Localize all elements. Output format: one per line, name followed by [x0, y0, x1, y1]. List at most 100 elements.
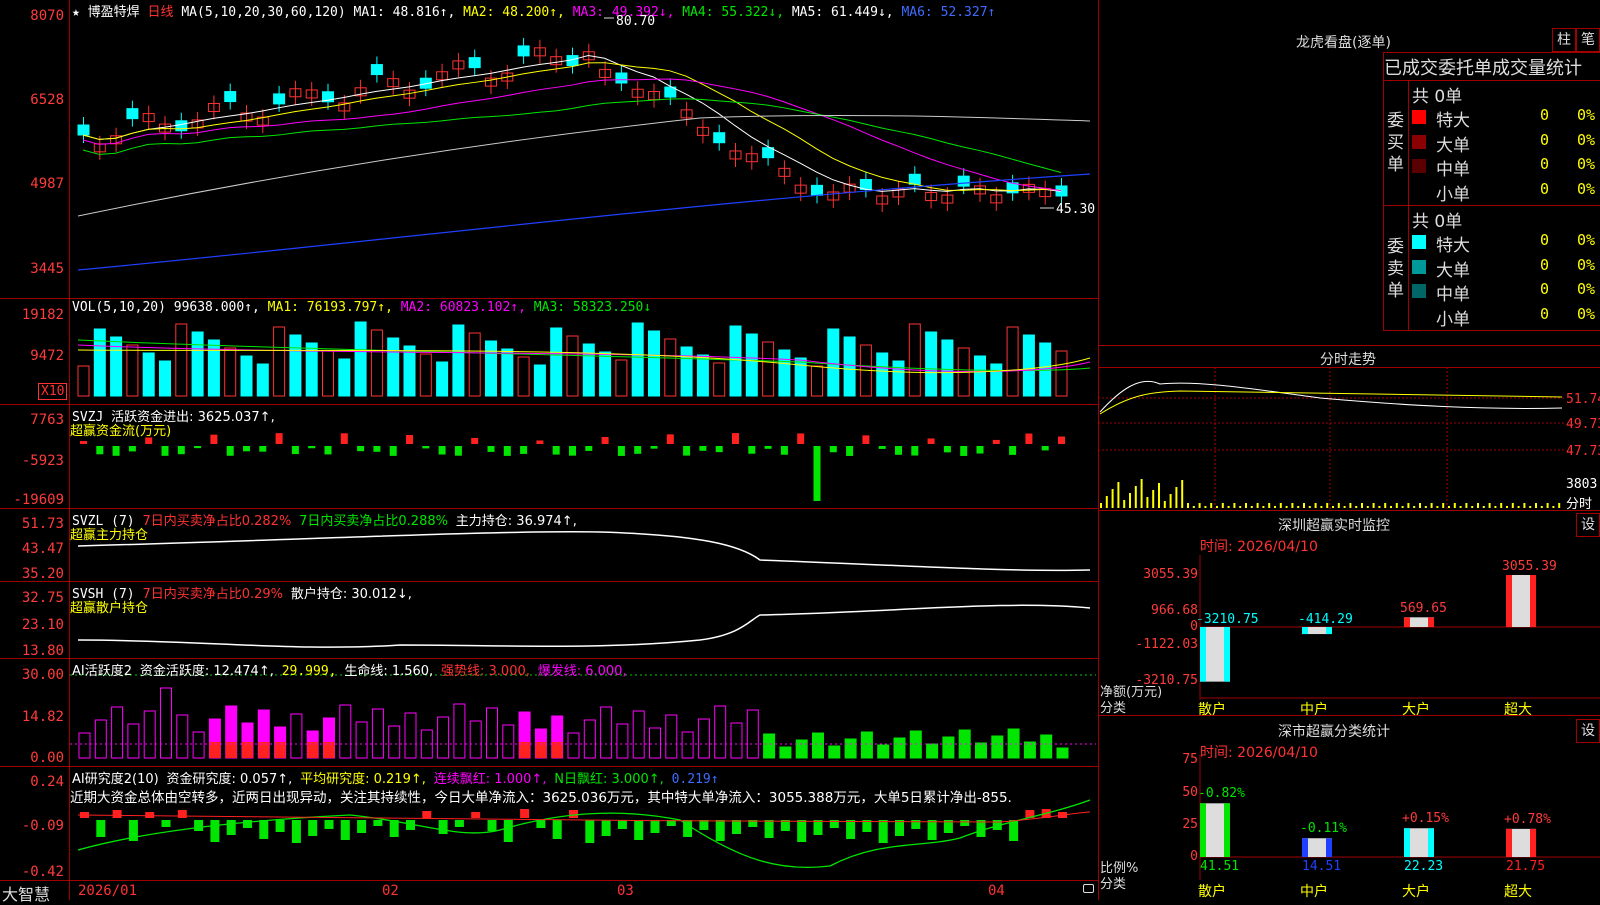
ai1-bar: [1056, 747, 1069, 759]
ai1-bar: [812, 732, 824, 759]
volume-bar: [631, 322, 644, 397]
ai2-a: 资金研究度: 0.057↑,: [166, 772, 293, 787]
volume-bar: [77, 365, 90, 397]
volume-bar: [159, 360, 171, 397]
lock-icon[interactable]: [1083, 884, 1094, 893]
candle-body: [273, 93, 286, 105]
ai1-bar: [991, 735, 1004, 759]
ai1-bar: [404, 712, 417, 759]
volume-bar: [452, 324, 465, 397]
right-table-mid: [1383, 205, 1600, 206]
intraday-axis-1: 51.74: [1566, 392, 1600, 407]
svsh-axis-2: 23.10: [21, 617, 64, 633]
volume-bar: [403, 345, 416, 397]
ai2-bar: [650, 820, 660, 833]
main-chart-canvas[interactable]: [0, 0, 1098, 900]
volume-bar: [745, 333, 758, 397]
class-axis-label: 50: [1182, 785, 1198, 800]
class-change-label: -0.11%: [1300, 821, 1347, 837]
volume-bar: [370, 329, 383, 397]
intraday-volume-bar: [1158, 483, 1160, 508]
ai2-bar: [340, 820, 350, 840]
row-color-swatch: [1412, 259, 1426, 274]
intraday-volume-bar: [1233, 503, 1236, 508]
volume-bar: [93, 328, 106, 397]
ai2-c: 连续飘红: 1.000↑,: [433, 772, 547, 787]
volume-bar: [1006, 326, 1019, 397]
svsh-b: 散户持仓: 30.012↓,: [290, 587, 412, 602]
vol-unit-badge: X10: [38, 383, 68, 400]
class-settings-button[interactable]: 设: [1576, 719, 1600, 743]
svsh-axis-1: 32.75: [21, 590, 64, 606]
svzj-bar: [259, 446, 267, 452]
intraday-volume-bar: [1337, 503, 1340, 508]
monitor-bar-edge: [1326, 627, 1332, 635]
class-unit-2: 分类: [1100, 877, 1127, 892]
intraday-volume-bar: [1285, 506, 1288, 508]
ai1-bar: [143, 710, 156, 759]
row-color-swatch: [1412, 235, 1426, 249]
monitor-unit-2: 分类: [1100, 701, 1127, 716]
time-label-1: 2026/01: [78, 883, 138, 899]
ai2-bar: [552, 820, 562, 839]
intraday-volume-bar: [1384, 503, 1387, 508]
svzj-axis-1: 7763: [30, 412, 64, 428]
svzj-bar: [552, 446, 560, 455]
high-price-label: 80.70: [616, 14, 656, 29]
intraday-volume-bar: [1169, 494, 1172, 508]
monitor-bar-edge: [1428, 617, 1434, 627]
ai2-bar: [520, 809, 530, 818]
svzj-bar: [715, 446, 723, 453]
volume-bar: [126, 344, 139, 397]
intraday-volume-bar: [1245, 503, 1247, 508]
svzl-axis-1: 51.73: [21, 516, 64, 532]
monitor-axis-label: 3055.39: [1143, 567, 1198, 582]
stroke-view-button[interactable]: 笔: [1576, 28, 1600, 52]
monitor-bar: [1404, 617, 1434, 627]
row-color-swatch: [1412, 159, 1426, 173]
bar-view-button[interactable]: 柱: [1552, 28, 1576, 52]
ai1-bar: [681, 731, 694, 759]
svzj-bar: [324, 446, 332, 455]
volume-bar: [517, 356, 530, 397]
row-count: 0: [1540, 231, 1550, 249]
intraday-volume-bar: [1488, 503, 1491, 508]
svzj-bar: [764, 446, 772, 449]
intraday-volume-bar: [1303, 503, 1305, 508]
intraday-volume-bar: [1163, 501, 1166, 508]
svzj-bar: [128, 446, 136, 452]
ai1-b: 29.999,: [281, 664, 337, 679]
svzj-bar: [927, 438, 935, 444]
ai1-bar: [942, 736, 955, 759]
ai1-d: 强势线: 3.000,: [441, 664, 530, 679]
intraday-volume-bar: [1442, 503, 1445, 508]
svzj-bar: [536, 440, 544, 444]
intraday-volume-bar: [1424, 506, 1427, 508]
row-name: 中单: [1436, 285, 1470, 305]
intraday-volume-bar: [1181, 480, 1184, 508]
volume-bar: [533, 364, 546, 397]
monitor-category-label: 散户: [1198, 702, 1226, 718]
svzj-bar: [243, 446, 250, 452]
intraday-volume-bar: [1558, 503, 1561, 508]
class-value-label: 21.75: [1506, 859, 1546, 874]
monitor-bar: [1506, 575, 1536, 627]
svzj-bar: [878, 446, 886, 449]
volume-bar: [354, 321, 367, 397]
monitor-bar-edge: [1530, 575, 1536, 627]
ai1-bar: [111, 706, 124, 759]
svzj-bar: [634, 446, 642, 454]
monitor-time: 时间: 2026/04/10: [1200, 539, 1318, 555]
svzj-bar: [829, 446, 837, 453]
volume-bar: [289, 334, 302, 397]
ai2-bar: [438, 820, 448, 834]
intraday-volume-bar: [1274, 506, 1276, 508]
ai2-d: N日飘红: 3.000↑,: [554, 772, 664, 787]
ai2-bar: [308, 820, 318, 836]
volume-bar: [794, 357, 807, 397]
intraday-header-bottom: [1098, 367, 1600, 368]
ai2-bar: [177, 810, 187, 818]
monitor-settings-button[interactable]: 设: [1576, 513, 1600, 537]
volume-bar: [387, 337, 400, 397]
row-count: 0: [1540, 155, 1550, 173]
